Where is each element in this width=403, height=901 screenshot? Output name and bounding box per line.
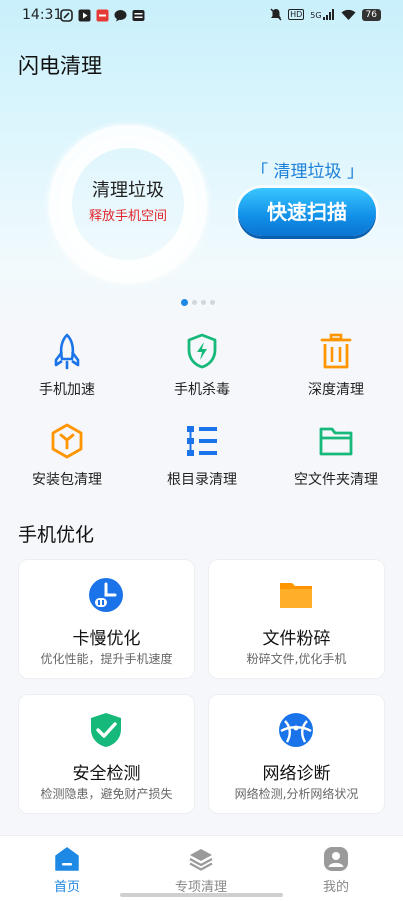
app-notification-icon [60, 9, 73, 22]
tool-root-directory-clean[interactable]: 根目录清理 [137, 422, 267, 489]
wifi-icon [341, 9, 356, 20]
tool-empty-folder-clean[interactable]: 空文件夹清理 [271, 422, 401, 489]
directory-tree-icon [187, 426, 217, 456]
package-icon [51, 423, 83, 459]
tool-antivirus[interactable]: 手机杀毒 [137, 332, 267, 399]
home-icon [55, 847, 79, 871]
card-title: 卡慢优化 [72, 629, 141, 649]
tool-package-clean[interactable]: 安装包清理 [2, 422, 132, 489]
card-title: 网络诊断 [262, 764, 331, 784]
carousel-indicator[interactable] [181, 299, 215, 306]
battery-level: 76 [361, 8, 381, 21]
card-title: 文件粉碎 [262, 629, 331, 649]
speed-clock-icon [89, 578, 123, 612]
carousel-dot-3[interactable] [201, 300, 206, 305]
tool-label: 手机加速 [39, 382, 95, 398]
card-notification-icon [132, 10, 145, 21]
folder-icon [280, 583, 312, 608]
status-time: 14:31 [22, 7, 63, 23]
trash-icon [320, 333, 352, 369]
nav-home[interactable]: 首页 [17, 846, 117, 895]
hd-badge: HD [288, 9, 305, 20]
play-notification-icon [78, 9, 91, 22]
message-notification-icon [114, 10, 127, 22]
home-indicator[interactable] [120, 893, 283, 897]
tool-label: 空文件夹清理 [294, 472, 378, 488]
nav-label-home: 首页 [53, 880, 80, 895]
app-title: 闪电清理 [18, 54, 102, 78]
signal-icon [322, 9, 334, 20]
carousel-dot-2[interactable] [192, 300, 197, 305]
shield-bolt-icon [187, 333, 217, 369]
tool-label: 深度清理 [308, 382, 364, 398]
promo-label: 「 清理垃圾 」 [251, 162, 364, 182]
carousel-dot-4[interactable] [210, 300, 215, 305]
network-label: 5G [310, 11, 322, 20]
tool-deep-clean[interactable]: 深度清理 [271, 332, 401, 399]
card-lag-optimize[interactable]: 卡慢优化 优化性能，提升手机速度 [18, 559, 195, 679]
news-notification-icon [96, 9, 109, 22]
carousel-dot-1[interactable] [181, 299, 188, 306]
ring-title: 清理垃圾 [92, 180, 164, 201]
optimization-section-title: 手机优化 [18, 524, 95, 546]
ring-decoration [50, 126, 206, 282]
bottom-nav: 首页 专项清理 我的 [0, 835, 403, 901]
nav-special-clean[interactable]: 专项清理 [151, 846, 251, 895]
tool-label: 手机杀毒 [174, 382, 230, 398]
card-subtitle: 网络检测,分析网络状况 [234, 787, 359, 801]
card-file-shred[interactable]: 文件粉碎 粉碎文件,优化手机 [208, 559, 385, 679]
status-bar: 14:31 HD 5G 76 [0, 0, 403, 32]
card-subtitle: 检测隐患，避免财产损失 [40, 787, 173, 801]
network-globe-icon [279, 713, 313, 747]
tool-label: 根目录清理 [167, 472, 237, 488]
mute-icon [270, 8, 282, 21]
rocket-icon [54, 333, 80, 370]
profile-icon [324, 847, 348, 871]
card-subtitle: 粉碎文件,优化手机 [246, 652, 347, 666]
network-type: 5G [310, 9, 334, 20]
status-right-group: HD 5G 76 [270, 8, 381, 21]
tool-phone-boost[interactable]: 手机加速 [2, 332, 132, 399]
card-subtitle: 优化性能，提升手机速度 [40, 652, 173, 666]
tool-label: 安装包清理 [32, 472, 102, 488]
ring-subtitle: 释放手机空间 [88, 209, 167, 224]
quick-scan-button[interactable]: 快速扫描 [238, 188, 376, 236]
empty-folder-icon [319, 427, 353, 456]
shield-check-icon [91, 713, 121, 747]
card-security-check[interactable]: 安全检测 检测隐患，避免财产损失 [18, 694, 195, 814]
card-title: 安全检测 [72, 764, 141, 784]
layers-icon [189, 849, 213, 871]
nav-profile[interactable]: 我的 [286, 846, 386, 895]
card-network-diagnosis[interactable]: 网络诊断 网络检测,分析网络状况 [208, 694, 385, 814]
nav-label-profile: 我的 [322, 880, 349, 895]
